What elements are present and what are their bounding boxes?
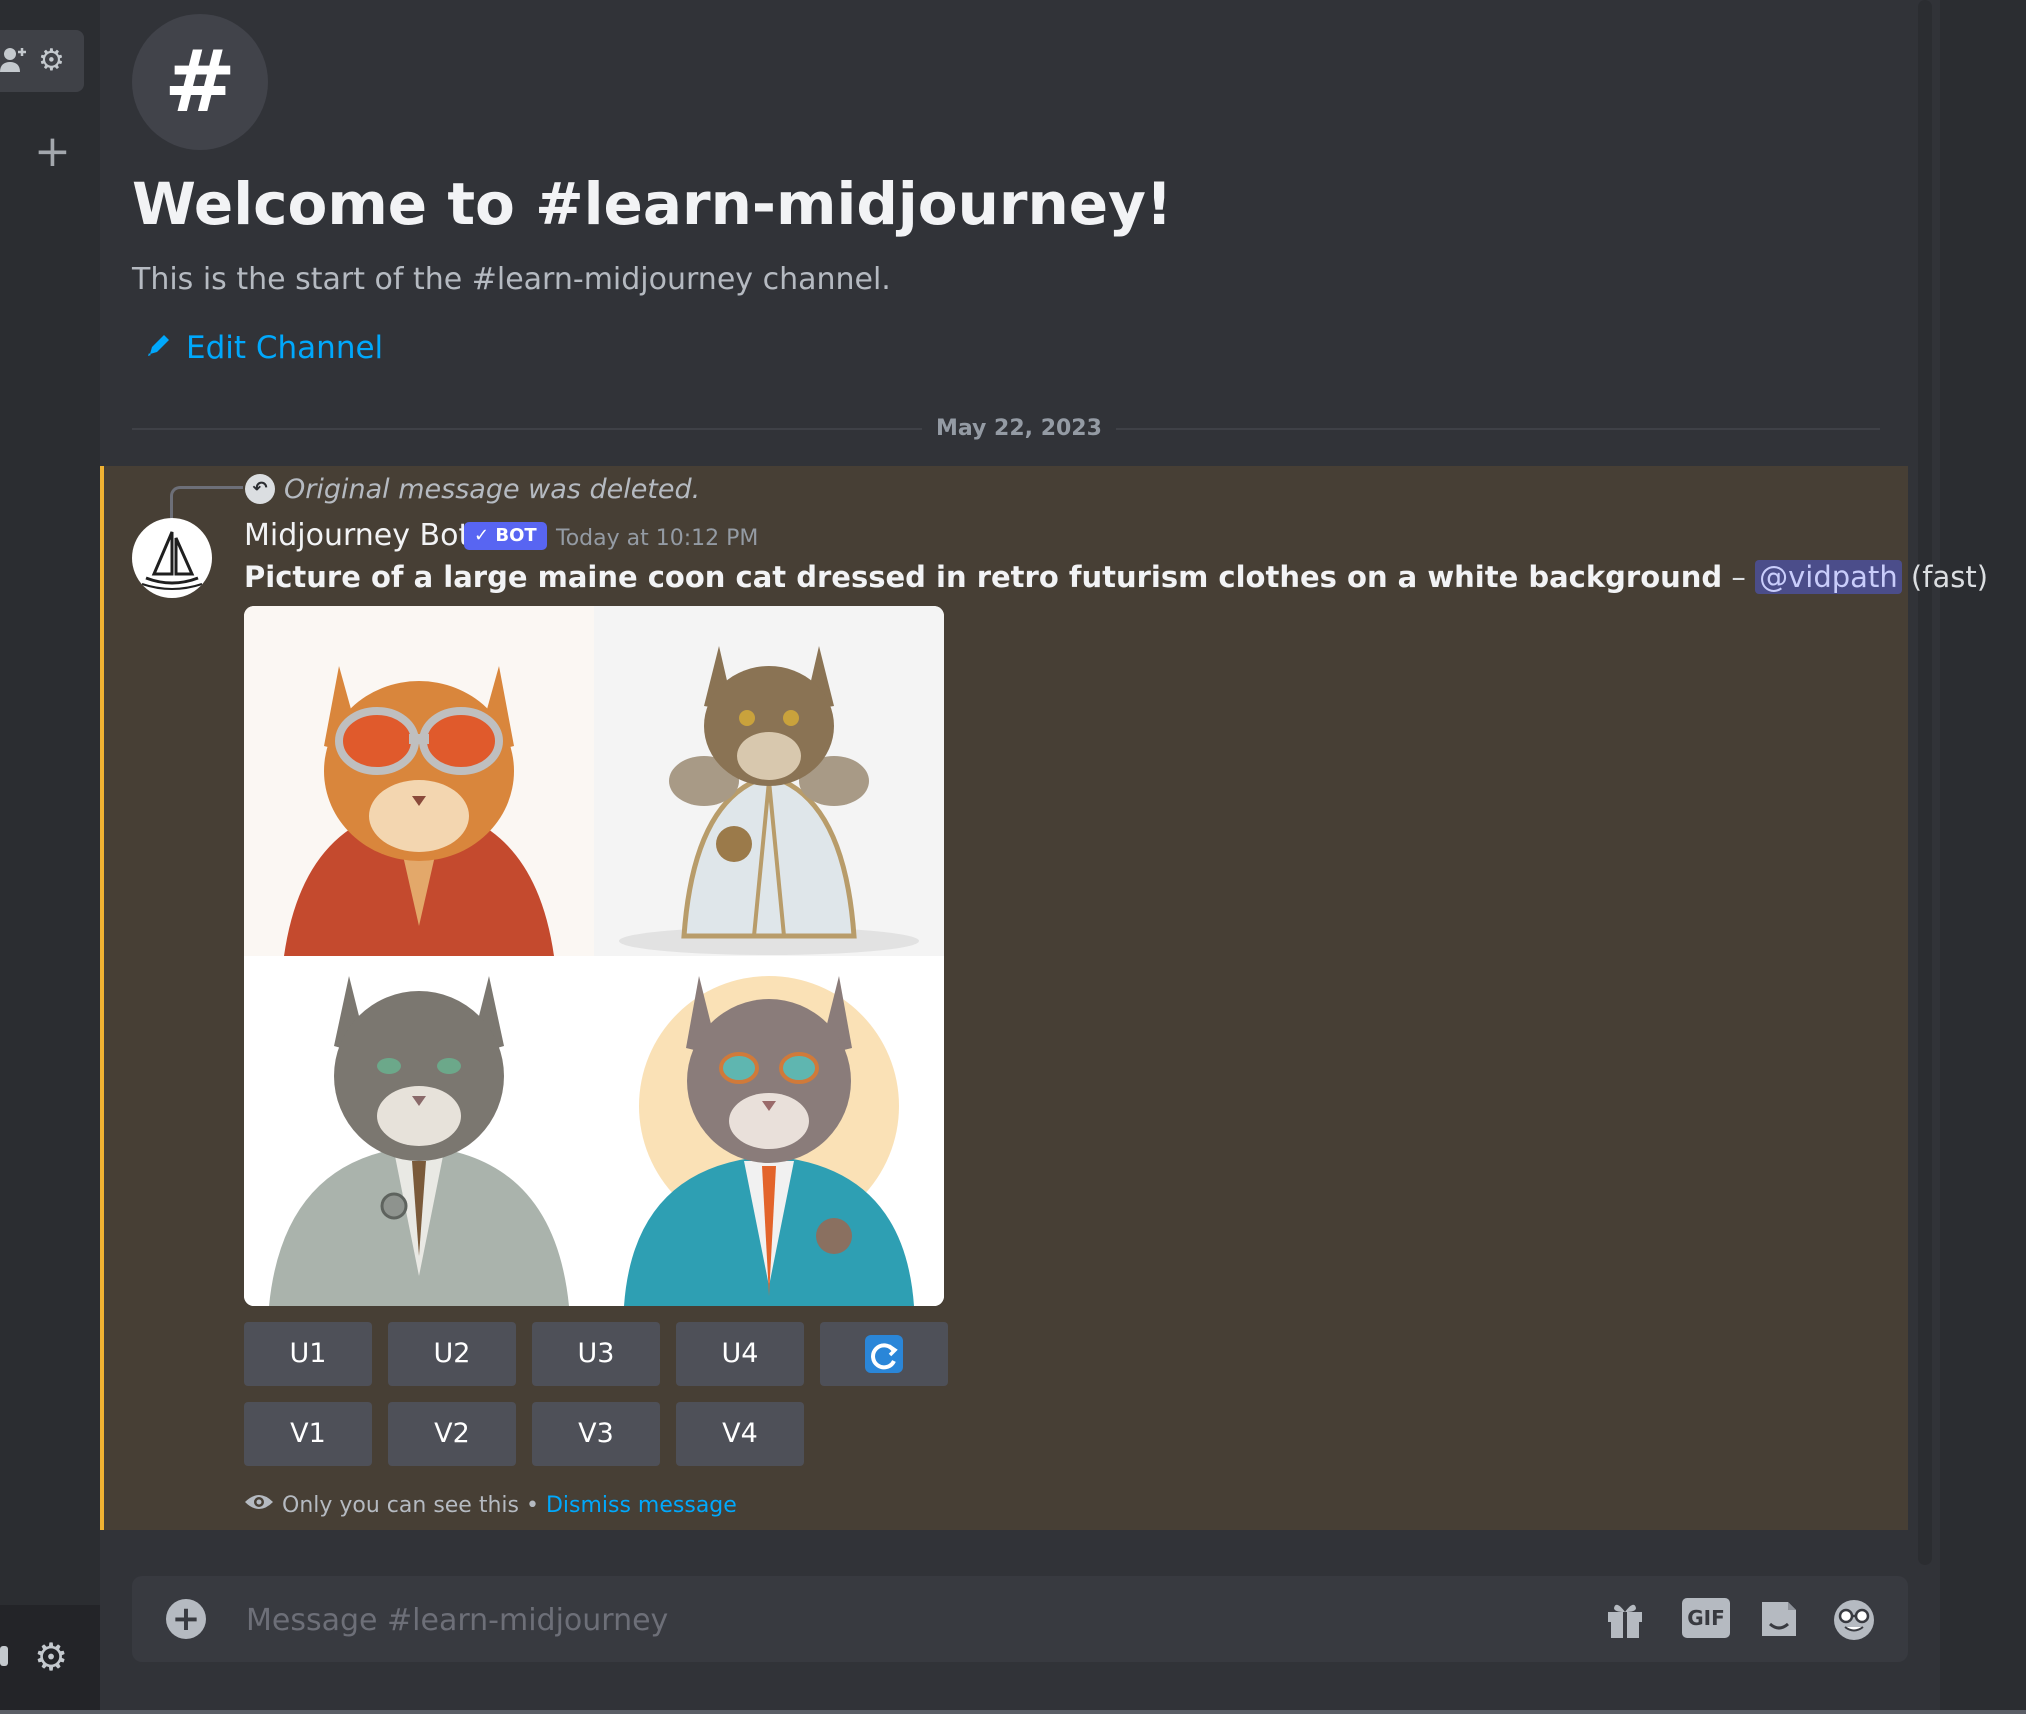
grid-image-1[interactable]: [244, 606, 594, 956]
message-input[interactable]: [244, 1594, 1548, 1646]
reply-note: Original message was deleted.: [284, 474, 701, 505]
message-composer: + GIF: [132, 1576, 1908, 1662]
upscale-2-button[interactable]: U2: [388, 1322, 516, 1386]
bot-badge: ✓ BOT: [464, 522, 547, 550]
upscale-4-button[interactable]: U4: [676, 1322, 804, 1386]
edit-channel-link[interactable]: Edit Channel: [146, 330, 383, 366]
reply-arrow-icon: ↶: [245, 474, 275, 504]
prompt-text: Picture of a large maine coon cat dresse…: [244, 560, 1723, 594]
message-highlight-bar: [100, 466, 104, 1530]
ephemeral-notice: Only you can see this • Dismiss message: [244, 1492, 737, 1518]
mode-tag: (fast): [1910, 560, 1989, 594]
invite-user-icon[interactable]: [0, 44, 30, 82]
variation-2-button[interactable]: V2: [388, 1402, 516, 1466]
user-panel: ⚙: [0, 1605, 100, 1714]
bottom-border: [0, 1710, 2026, 1714]
message-timestamp: Today at 10:12 PM: [556, 526, 759, 551]
grid-image-3[interactable]: [244, 956, 594, 1306]
right-panel: [1940, 0, 2026, 1714]
upscale-1-button[interactable]: U1: [244, 1322, 372, 1386]
refresh-icon: [865, 1335, 903, 1373]
ephemeral-text: Only you can see this •: [282, 1493, 539, 1518]
message-prompt: Picture of a large maine coon cat dresse…: [244, 560, 1988, 594]
scrollbar-track[interactable]: [1918, 0, 1932, 1565]
prompt-separator: –: [1722, 560, 1756, 594]
variation-3-button[interactable]: V3: [532, 1402, 660, 1466]
user-settings-gear-icon[interactable]: ⚙: [34, 1635, 68, 1679]
pencil-icon: [146, 330, 172, 366]
variation-4-button[interactable]: V4: [676, 1402, 804, 1466]
add-attachment-icon[interactable]: +: [166, 1599, 206, 1639]
add-icon[interactable]: +: [34, 130, 71, 174]
channel-hash-avatar: #: [132, 14, 268, 150]
variation-1-button[interactable]: V1: [244, 1402, 372, 1466]
gift-icon[interactable]: [1604, 1598, 1646, 1640]
avatar[interactable]: [132, 518, 212, 598]
grid-image-2[interactable]: [594, 606, 944, 956]
user-mention[interactable]: @vidpath: [1755, 560, 1902, 594]
edit-channel-label: Edit Channel: [186, 330, 384, 366]
reroll-button[interactable]: [820, 1322, 948, 1386]
gif-icon[interactable]: GIF: [1682, 1598, 1730, 1638]
channel-tools: ⚙: [0, 30, 84, 92]
server-rail: [0, 0, 100, 1714]
image-grid[interactable]: [244, 606, 944, 1306]
sticker-icon[interactable]: [1758, 1598, 1800, 1640]
hash-icon: #: [163, 32, 237, 132]
dismiss-message-link[interactable]: Dismiss message: [546, 1493, 737, 1518]
welcome-subtitle: This is the start of the #learn-midjourn…: [132, 262, 891, 297]
welcome-title: Welcome to #learn-midjourney!: [132, 170, 1173, 238]
eye-icon: [244, 1492, 274, 1518]
date-divider-label: May 22, 2023: [922, 416, 1116, 441]
headphones-icon[interactable]: [0, 1639, 10, 1679]
upscale-3-button[interactable]: U3: [532, 1322, 660, 1386]
author-name[interactable]: Midjourney Bot: [244, 518, 470, 553]
gear-icon[interactable]: ⚙: [38, 44, 65, 78]
grid-image-4[interactable]: [594, 956, 944, 1306]
emoji-icon[interactable]: [1832, 1598, 1874, 1640]
reply-spine: [170, 486, 243, 519]
